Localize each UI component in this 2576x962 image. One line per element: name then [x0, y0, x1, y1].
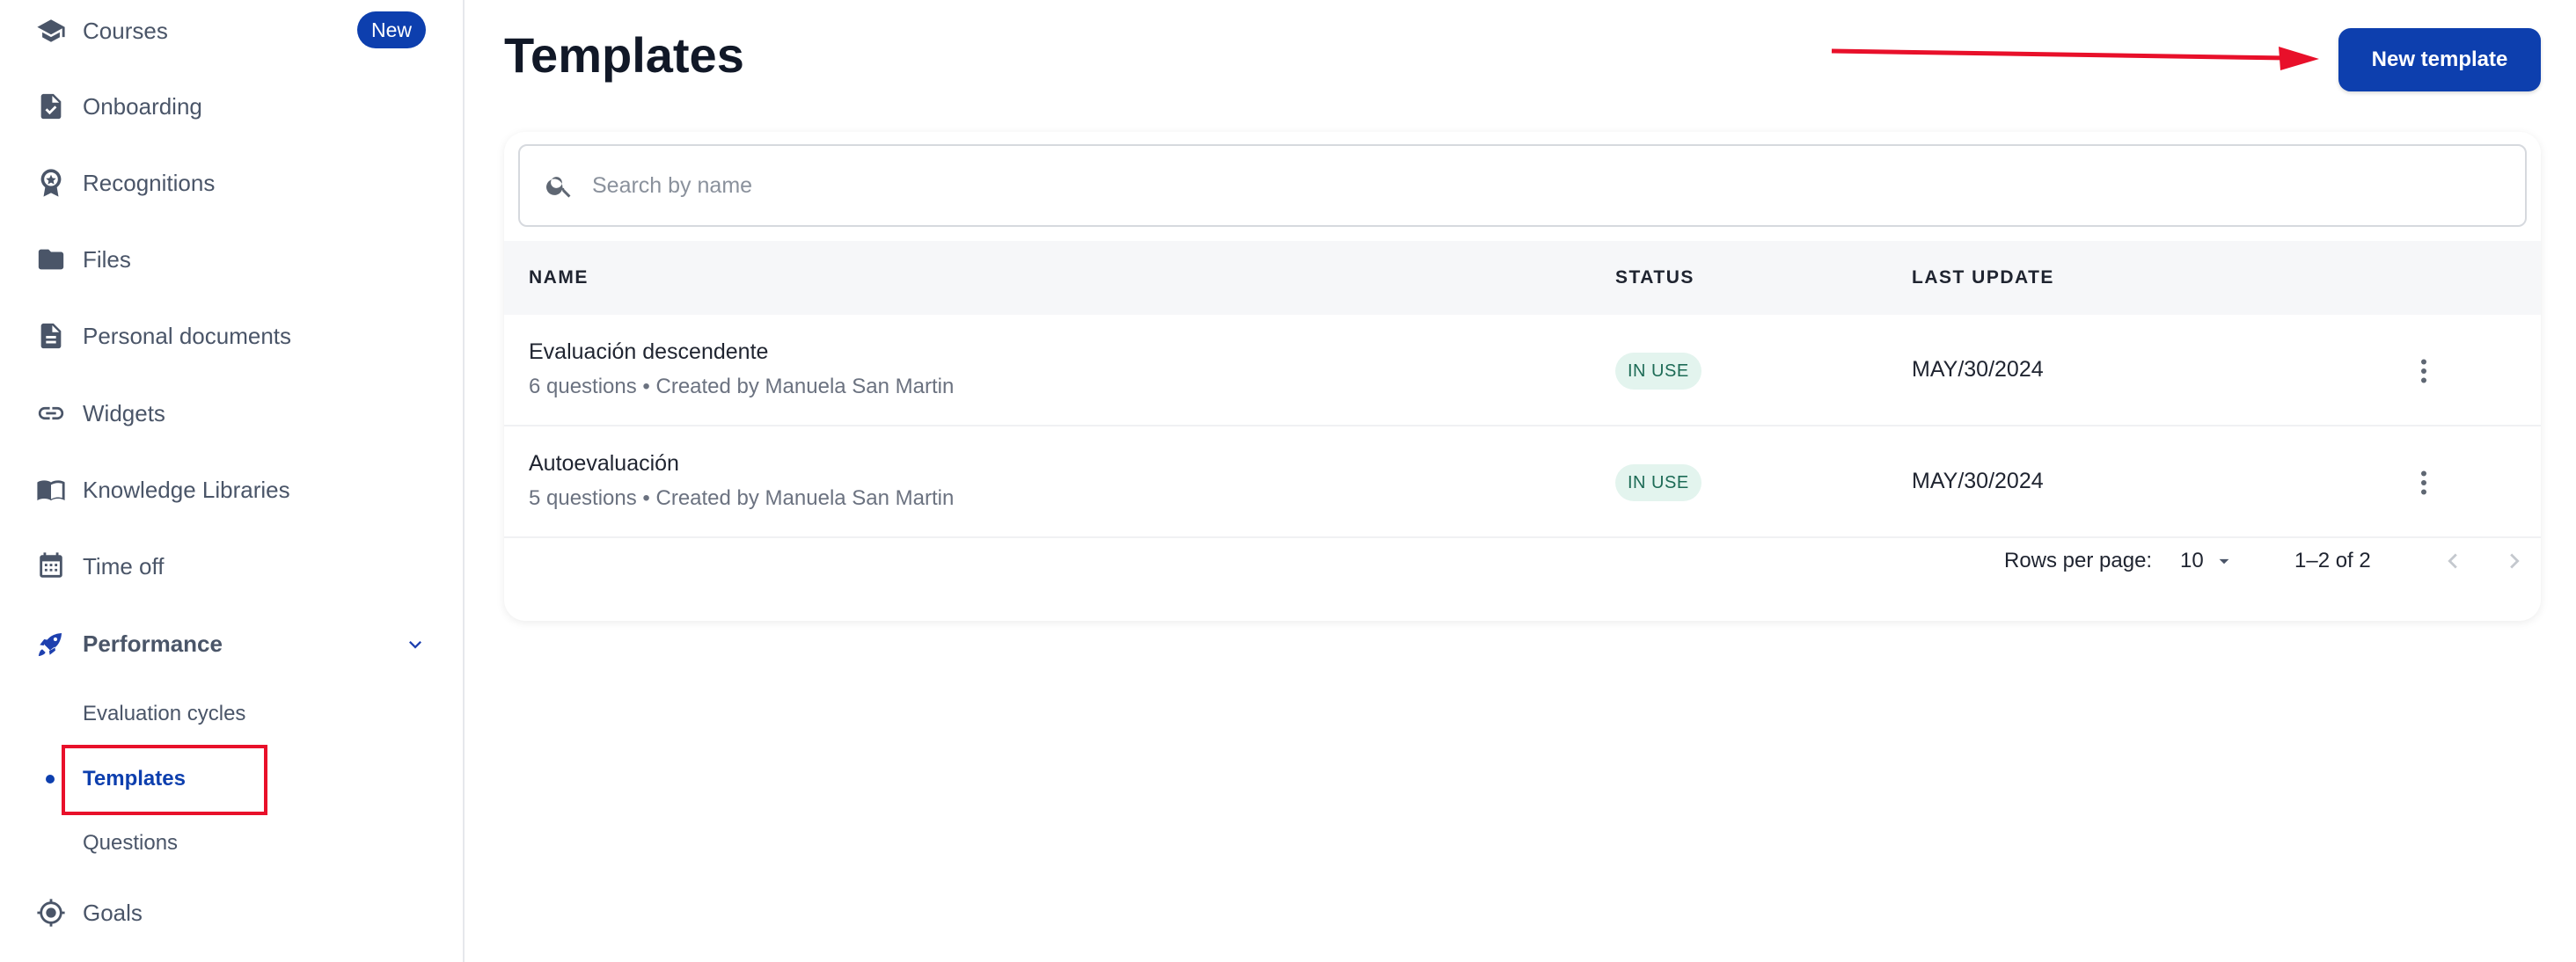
rows-per-page-value: 10	[2180, 549, 2204, 572]
next-page-button[interactable]	[2497, 543, 2532, 579]
column-header-last-update[interactable]: LAST UPDATE	[1912, 241, 2054, 315]
search-field[interactable]	[518, 144, 2527, 227]
rows-per-page-select[interactable]: 10	[2180, 543, 2236, 579]
template-name[interactable]: Evaluación descendente	[529, 339, 768, 365]
link-icon	[35, 397, 67, 429]
folder-icon	[35, 244, 67, 275]
new-template-button[interactable]: New template	[2338, 28, 2541, 91]
last-update-date: MAY/30/2024	[1912, 469, 2044, 493]
sidebar-item-label: Files	[83, 245, 131, 273]
previous-page-button[interactable]	[2435, 543, 2470, 579]
sidebar-item-files[interactable]: Files	[0, 229, 463, 290]
search-icon	[546, 177, 571, 198]
page-title: Templates	[504, 27, 744, 83]
templates-card: NAME STATUS LAST UPDATE Evaluación desce…	[504, 132, 2541, 621]
sidebar-item-label: Performance	[83, 630, 223, 657]
sidebar-item-label: Goals	[83, 899, 143, 926]
sidebar-item-knowledge-libraries[interactable]: Knowledge Libraries	[0, 459, 463, 521]
calendar-icon	[35, 550, 67, 582]
sidebar-item-label: Courses	[83, 17, 168, 44]
dropdown-arrow-icon	[2219, 558, 2229, 565]
chevron-left-icon	[2448, 553, 2457, 569]
rows-per-page-label: Rows per page:	[2004, 549, 2153, 572]
status-badge: IN USE	[1615, 464, 1701, 501]
last-update-date: MAY/30/2024	[1912, 357, 2044, 382]
template-meta: 5 questions • Created by Manuela San Mar…	[529, 486, 955, 510]
search-input[interactable]	[592, 172, 2484, 199]
table-row[interactable]: Autoevaluación 5 questions • Created by …	[504, 426, 2541, 538]
chevron-down-icon[interactable]	[403, 632, 428, 657]
sidebar-item-label: Onboarding	[83, 92, 202, 120]
sidebar-item-personal-documents[interactable]: Personal documents	[0, 305, 463, 367]
pagination: Rows per page: 10 1–2 of 2	[504, 535, 2541, 587]
sidebar-item-label: Knowledge Libraries	[83, 476, 290, 503]
sidebar: Courses New Onboarding Recognitions File…	[0, 0, 465, 962]
template-name[interactable]: Autoevaluación	[529, 451, 679, 477]
row-actions-menu-button[interactable]	[2404, 350, 2443, 392]
pagination-range: 1–2 of 2	[2294, 549, 2371, 572]
app-root: Courses New Onboarding Recognitions File…	[0, 0, 2576, 962]
table-header: NAME STATUS LAST UPDATE	[504, 241, 2541, 315]
sidebar-item-widgets[interactable]: Widgets	[0, 383, 463, 444]
sidebar-item-performance[interactable]: Performance	[0, 613, 463, 674]
graduation-cap-icon	[35, 15, 67, 47]
column-header-name[interactable]: NAME	[529, 241, 589, 315]
template-meta: 6 questions • Created by Manuela San Mar…	[529, 375, 955, 398]
more-vertical-icon	[2421, 359, 2426, 383]
sidebar-item-onboarding[interactable]: Onboarding	[0, 76, 463, 137]
table-row[interactable]: Evaluación descendente 6 questions • Cre…	[504, 315, 2541, 426]
sidebar-item-recognitions[interactable]: Recognitions	[0, 152, 463, 214]
sidebar-item-label: Time off	[83, 552, 165, 579]
sidebar-item-label: Personal documents	[83, 322, 292, 349]
rocket-icon	[35, 628, 67, 660]
sidebar-item-label: Widgets	[83, 399, 165, 426]
sidebar-item-goals[interactable]: Goals	[0, 882, 463, 944]
sidebar-subitem-evaluation-cycles[interactable]: Evaluation cycles	[83, 695, 245, 733]
document-icon	[35, 320, 67, 352]
sidebar-subitem-questions[interactable]: Questions	[83, 824, 178, 863]
document-check-icon	[35, 91, 67, 122]
book-open-icon	[35, 474, 67, 506]
active-indicator-dot	[46, 775, 55, 783]
new-badge: New	[357, 11, 426, 48]
sidebar-item-label: Recognitions	[83, 169, 216, 196]
chevron-right-icon	[2510, 553, 2520, 569]
target-icon	[35, 897, 67, 929]
annotation-arrow	[1831, 47, 2319, 70]
column-header-status[interactable]: STATUS	[1615, 241, 1694, 315]
sidebar-item-time-off[interactable]: Time off	[0, 536, 463, 597]
status-badge: IN USE	[1615, 353, 1701, 390]
award-ribbon-icon	[35, 167, 67, 199]
row-actions-menu-button[interactable]	[2404, 462, 2443, 504]
annotation-highlight-box	[62, 745, 267, 815]
more-vertical-icon	[2421, 470, 2426, 495]
sidebar-item-courses[interactable]: Courses New	[0, 0, 463, 62]
